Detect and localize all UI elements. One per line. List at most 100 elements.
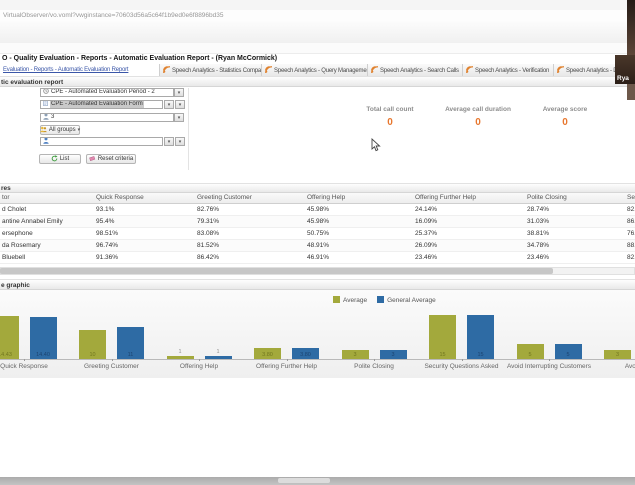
reset-criteria-label: Reset criteria (98, 156, 133, 162)
table-cell: 26.09% (413, 239, 525, 251)
column-header-greeting-customer[interactable]: Greeting Customer (195, 193, 305, 203)
chart-category-label: Offering Help (180, 363, 218, 370)
chart-category-label: Offering Further Help (256, 363, 317, 370)
chart-category-group: 11Offering Help (155, 290, 243, 359)
score-chart: Average General Average 14.4314.40Quick … (0, 290, 635, 378)
webcam-user-name: Rya (617, 75, 629, 82)
agent-dropdown-button-2[interactable]: ▾ (175, 137, 185, 146)
table-cell: 28.74% (525, 203, 625, 215)
bar-general-average: 14.40 (30, 317, 57, 359)
tab-label: Speech Analytics - Verification (475, 68, 549, 74)
list-button-label: List (60, 156, 69, 162)
bar-value-label: 3 (380, 352, 407, 358)
table-row[interactable]: antine Annabel Emily95.4%79.31%45.98%16.… (0, 215, 635, 227)
bar-general-average: 15 (467, 315, 494, 359)
browser-chrome-lower (0, 43, 635, 54)
table-cell: 24.14% (413, 203, 525, 215)
table-cell: Bluebell (0, 251, 94, 263)
bar-average: 3 (342, 350, 369, 359)
bar-average: 5 (517, 344, 544, 359)
chevron-down-icon: ▾ (78, 127, 81, 133)
table-cell: 81.52% (195, 239, 305, 251)
column-header-offering-help[interactable]: Offering Help (305, 193, 413, 203)
speech-analytics-icon (557, 66, 564, 75)
webcam-video-strip (627, 0, 635, 55)
bar-average: 3 (604, 350, 631, 359)
column-header-quick-response[interactable]: Quick Response (94, 193, 195, 203)
chart-category-group: 33Polite Closing (330, 290, 418, 359)
page-title: O - Quality Evaluation - Reports - Autom… (2, 55, 277, 62)
eraser-icon (89, 155, 96, 163)
bar-general-average: 5 (555, 344, 582, 359)
bar-average: 1 (167, 356, 194, 359)
table-cell: 45.98% (305, 203, 413, 215)
speech-analytics-icon (371, 66, 378, 75)
table-row[interactable]: d Cholet93.1%82.76%45.98%24.14%28.74%82.… (0, 203, 635, 215)
table-cell: antine Annabel Emily (0, 215, 94, 227)
agent-count-icon (43, 113, 49, 122)
horizontal-scrollbar-thumb[interactable] (0, 268, 553, 274)
form-dropdown-button-1[interactable]: ▾ (164, 100, 174, 109)
table-cell: 95.4% (94, 215, 195, 227)
tab-label: Speech Analytics - Query Management (274, 68, 368, 74)
table-cell: 88.6 (625, 239, 635, 251)
table-cell: ersephone (0, 227, 94, 239)
bar-value-label: 15 (429, 352, 456, 358)
agent-select[interactable] (40, 137, 163, 146)
reset-criteria-button[interactable]: Reset criteria (86, 154, 136, 164)
column-header-operator[interactable]: tor (0, 193, 94, 203)
agent-count-dropdown-button[interactable]: ▾ (174, 113, 184, 122)
tab-label: Speech Analytics - Search Calls (380, 68, 459, 74)
bar-value-label: 3.80 (292, 352, 319, 358)
table-cell: 86.2 (625, 215, 635, 227)
agent-dropdown-button-1[interactable]: ▾ (164, 137, 174, 146)
period-dropdown-button[interactable]: ▾ (174, 88, 184, 97)
table-cell: 31.03% (525, 215, 625, 227)
agent-count-field[interactable]: 3 (40, 113, 174, 122)
table-header-row: tor Quick Response Greeting Customer Off… (0, 193, 635, 203)
evaluation-form-select[interactable]: CPE - Automated Evaluation Form (40, 100, 163, 109)
table-cell: 23.46% (525, 251, 625, 263)
table-cell: 96.74% (94, 239, 195, 251)
column-header-security[interactable]: Sec (625, 193, 635, 203)
bar-value-label: 11 (117, 352, 144, 358)
all-groups-label: All groups (49, 127, 76, 133)
column-header-polite-closing[interactable]: Polite Closing (525, 193, 625, 203)
chart-category-label: Avoid Interrupting Customers (507, 363, 591, 370)
bottom-scrollbar-thumb[interactable] (278, 478, 330, 483)
stat-value: 0 (510, 117, 620, 128)
app-window: VirtualObserver/vo.voml?vwginstance=7060… (0, 0, 635, 485)
table-cell: 34.78% (525, 239, 625, 251)
form-dropdown-button-2[interactable]: ▾ (175, 100, 185, 109)
bar-value-label: 5 (517, 352, 544, 358)
tab-label: Speech Analytics - Statistics Comparison (172, 68, 262, 74)
table-cell: 82.76% (195, 203, 305, 215)
list-button[interactable]: List (39, 154, 81, 164)
table-row[interactable]: Bluebell91.36%86.42%46.91%23.46%23.46%82… (0, 251, 635, 263)
bar-general-average: 3 (380, 350, 407, 359)
evaluation-period-select[interactable]: CPE - Automated Evaluation Period - 2 (40, 88, 174, 97)
bar-general-average: 1 (205, 356, 232, 359)
scores-table: tor Quick Response Greeting Customer Off… (0, 193, 635, 264)
chart-x-axis (0, 359, 635, 360)
table-row[interactable]: da Rosemary96.74%81.52%48.91%26.09%34.78… (0, 239, 635, 251)
table-row[interactable]: ersephone98.51%83.08%50.75%25.37%38.81%7… (0, 227, 635, 239)
bar-value-label: 1 (205, 349, 232, 355)
bar-average: 15 (429, 315, 456, 359)
bar-value-label: 10 (79, 352, 106, 358)
bar-value-label: 14.40 (30, 352, 57, 358)
bar-average: 14.43 (0, 316, 19, 359)
axis-tick (287, 359, 288, 361)
axis-tick (112, 359, 113, 361)
bar-value-label: 3.80 (254, 352, 281, 358)
panel-divider (188, 88, 189, 170)
chart-category-group: 14.4314.40Quick Response (0, 290, 68, 359)
speech-analytics-icon (265, 66, 272, 75)
column-header-offering-further-help[interactable]: Offering Further Help (413, 193, 525, 203)
chart-category-label: Security Questions Asked (424, 363, 498, 370)
all-groups-button[interactable]: All groups ▾ (40, 125, 80, 135)
evaluation-period-value: CPE - Automated Evaluation Period - 2 (51, 89, 155, 96)
chart-category-label: Quick Response (0, 363, 48, 370)
bar-general-average: 3.80 (292, 348, 319, 359)
bar-value-label: 3 (342, 352, 369, 358)
